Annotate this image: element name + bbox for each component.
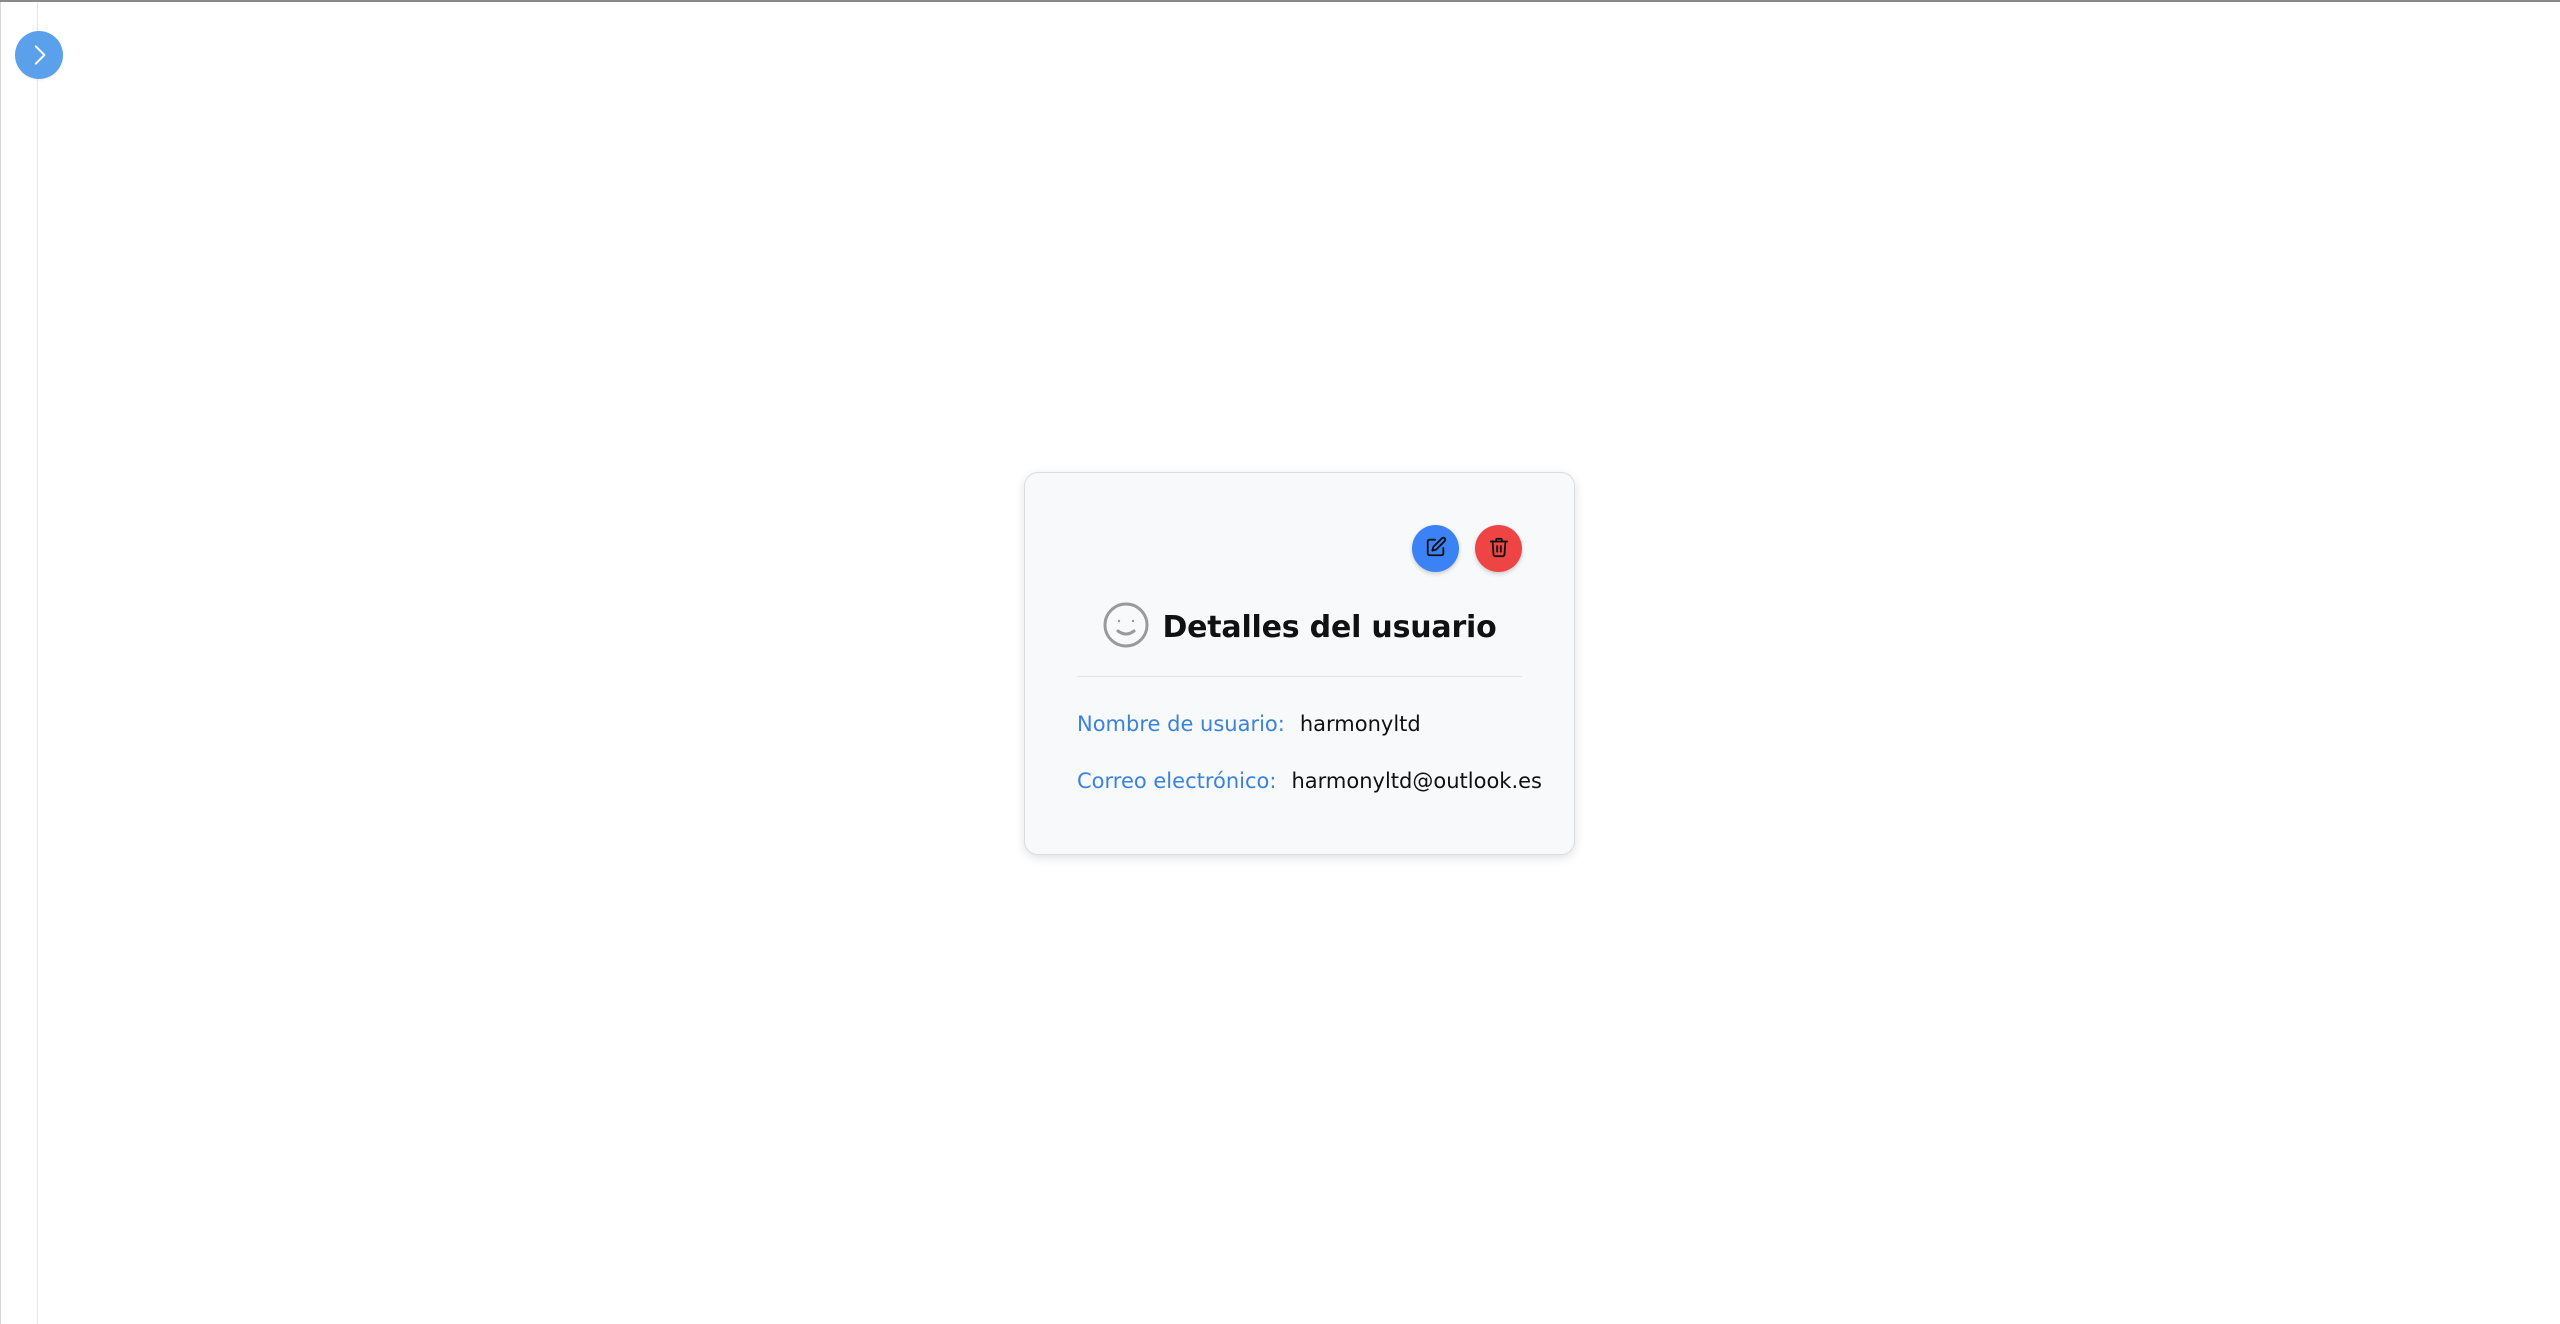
email-row: Correo electrónico: harmonyltd@outlook.e… xyxy=(1077,769,1542,793)
username-value: harmonyltd xyxy=(1299,712,1421,736)
card-title: Detalles del usuario xyxy=(1162,609,1497,645)
card-header: Detalles del usuario xyxy=(1025,601,1574,653)
trash-icon xyxy=(1488,536,1510,562)
username-row: Nombre de usuario: harmonyltd xyxy=(1077,712,1421,736)
delete-user-button[interactable] xyxy=(1475,525,1522,572)
email-value: harmonyltd@outlook.es xyxy=(1291,769,1542,793)
sidebar xyxy=(0,2,38,1324)
sidebar-toggle-button[interactable] xyxy=(15,31,63,79)
chevron-right-icon xyxy=(26,42,52,68)
email-label: Correo electrónico: xyxy=(1077,769,1277,793)
smiley-face-icon xyxy=(1102,601,1150,653)
divider xyxy=(1077,676,1522,677)
edit-user-button[interactable] xyxy=(1412,525,1459,572)
user-details-card: Detalles del usuario Nombre de usuario: … xyxy=(1024,472,1575,855)
page: Detalles del usuario Nombre de usuario: … xyxy=(0,0,2560,1324)
card-actions xyxy=(1412,525,1522,572)
pencil-square-icon xyxy=(1425,536,1447,562)
username-label: Nombre de usuario: xyxy=(1077,712,1285,736)
